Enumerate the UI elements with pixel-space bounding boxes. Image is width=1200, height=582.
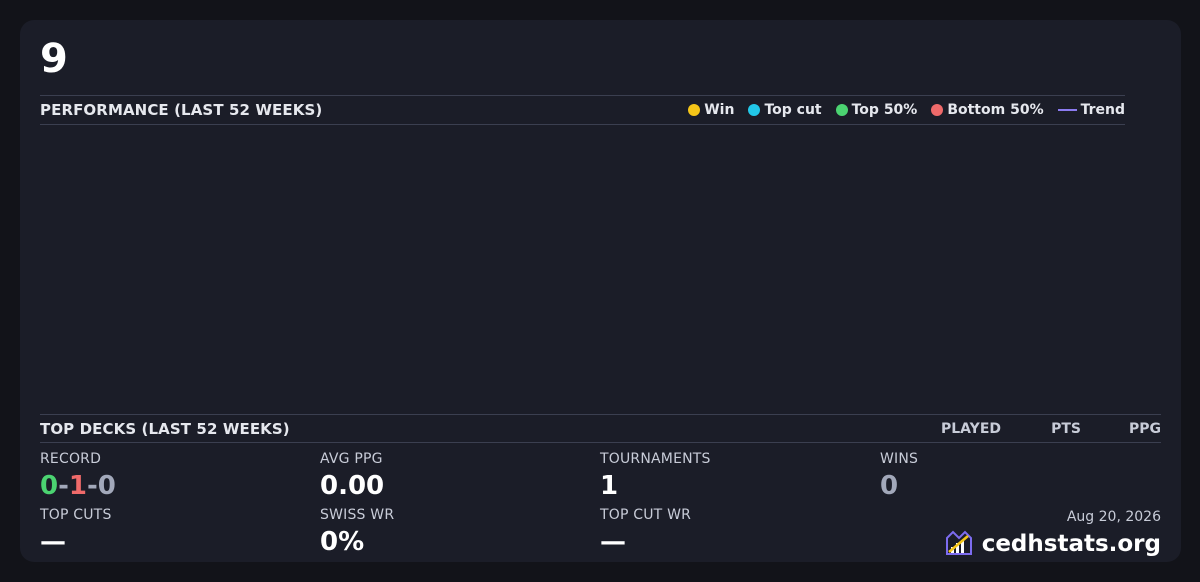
record-separator: - <box>86 471 98 501</box>
player-stats-card: 9 PERFORMANCE (LAST 52 WEEKS) Win Top cu… <box>20 20 1181 562</box>
legend-label: Top 50% <box>851 102 918 118</box>
column-ppg: PPG <box>1128 420 1161 437</box>
stat-top-cut-wr: TOP CUT WR — <box>600 506 880 560</box>
record-losses: 1 <box>68 471 87 501</box>
performance-chart-area <box>40 126 1161 414</box>
stat-label: WINS <box>880 451 919 467</box>
player-name: 9 <box>40 36 68 82</box>
legend-label: Bottom 50% <box>947 102 1044 118</box>
performance-header: PERFORMANCE (LAST 52 WEEKS) Win Top cut … <box>40 95 1125 125</box>
legend-item-top-50: Top 50% <box>835 102 918 118</box>
stat-label: TOP CUTS <box>40 507 112 523</box>
cedhstats-logo-icon <box>945 530 972 555</box>
stat-tournaments: TOURNAMENTS 1 <box>600 450 880 504</box>
brand: cedhstats.org <box>944 530 1161 558</box>
win-dot-icon <box>688 104 701 116</box>
record-draws: 0 <box>97 471 116 501</box>
legend-label: Top cut <box>764 102 822 118</box>
footer-date: Aug 20, 2026 <box>1066 509 1161 525</box>
stat-top-cuts: TOP CUTS — <box>40 506 320 560</box>
performance-title: PERFORMANCE (LAST 52 WEEKS) <box>40 101 323 119</box>
stat-value: — <box>40 527 66 557</box>
stat-value: 1 <box>600 471 619 501</box>
record-value: 0-1-0 <box>40 468 320 504</box>
brand-name: cedhstats.org <box>981 531 1161 557</box>
legend-label: Win <box>704 102 735 118</box>
top-50-dot-icon <box>835 104 848 116</box>
record-separator: - <box>58 471 69 501</box>
stat-value: 0% <box>320 527 365 557</box>
column-played: PLAYED <box>941 420 1001 437</box>
legend-item-trend: Trend <box>1057 102 1125 118</box>
legend-item-win: Win <box>688 102 734 118</box>
stat-wins: WINS 0 <box>880 450 1160 504</box>
footer: Aug 20, 2026 cedhstats.org <box>944 508 1161 558</box>
column-pts: PTS <box>1051 420 1081 437</box>
performance-legend: Win Top cut Top 50% Bottom 50% Trend <box>688 102 1125 118</box>
stat-label: SWISS WR <box>320 507 395 523</box>
legend-item-bottom-50: Bottom 50% <box>931 102 1044 118</box>
stat-value: — <box>600 527 626 557</box>
stat-label: TOURNAMENTS <box>600 451 711 467</box>
stat-label: TOP CUT WR <box>600 507 692 523</box>
record-wins: 0 <box>40 471 59 501</box>
stat-record: RECORD 0-1-0 <box>40 450 320 504</box>
stat-label: RECORD <box>40 451 102 467</box>
stat-label: AVG PPG <box>320 451 383 467</box>
bottom-50-dot-icon <box>931 104 944 116</box>
trend-line-icon <box>1057 109 1077 111</box>
stat-value: 0 <box>880 471 899 501</box>
stat-avg-ppg: AVG PPG 0.00 <box>320 450 600 504</box>
legend-label: Trend <box>1080 102 1125 118</box>
top-decks-header: TOP DECKS (LAST 52 WEEKS) PLAYED PTS PPG <box>40 414 1161 443</box>
stat-swiss-wr: SWISS WR 0% <box>320 506 600 560</box>
legend-item-top-cut: Top cut <box>748 102 822 118</box>
top-decks-title: TOP DECKS (LAST 52 WEEKS) <box>40 419 290 438</box>
top-cut-dot-icon <box>748 104 761 116</box>
stat-value: 0.00 <box>320 471 385 501</box>
